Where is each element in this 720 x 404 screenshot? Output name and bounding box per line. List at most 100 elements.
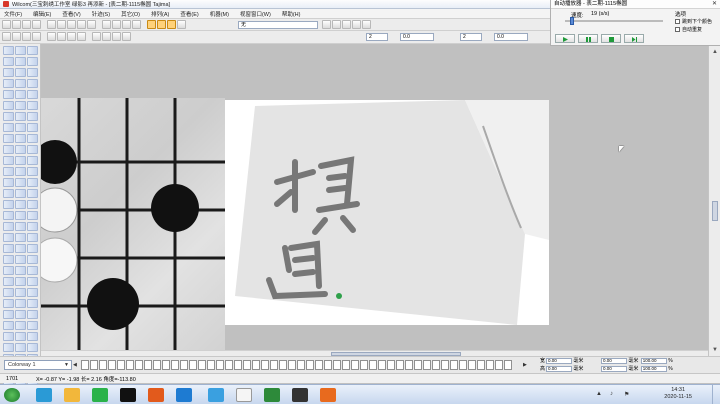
ie-browser-icon[interactable] <box>36 388 52 402</box>
thread-swatch[interactable] <box>279 360 287 370</box>
digitize-split-icon[interactable] <box>15 277 26 286</box>
thread-swatch[interactable] <box>495 360 503 370</box>
ellipse-icon[interactable] <box>3 167 14 176</box>
contour-icon[interactable] <box>3 299 14 308</box>
digitize-jump-icon[interactable] <box>15 200 26 209</box>
unlock-icon[interactable] <box>102 32 111 41</box>
cut-icon[interactable] <box>47 20 56 29</box>
app-icon-cyan[interactable] <box>208 388 224 402</box>
thread-swatch[interactable] <box>234 360 242 370</box>
opt-repeat[interactable]: 跳到下个颜色 <box>675 18 712 25</box>
screen-recorder-icon[interactable] <box>292 388 308 402</box>
thread-swatch[interactable] <box>459 360 467 370</box>
close-icon[interactable]: ✕ <box>712 1 718 7</box>
reshape-icon[interactable] <box>12 32 21 41</box>
hide-icon[interactable] <box>112 32 121 41</box>
effect-contour-icon[interactable] <box>27 189 38 198</box>
thread-swatch[interactable] <box>207 360 215 370</box>
thread-swatch[interactable] <box>333 360 341 370</box>
cutwork-icon[interactable] <box>3 255 14 264</box>
thread-swatch[interactable] <box>297 360 305 370</box>
thread-swatch[interactable] <box>90 360 98 370</box>
measure-icon[interactable] <box>32 32 41 41</box>
rotate-icon[interactable] <box>47 32 56 41</box>
thread-swatch[interactable] <box>216 360 224 370</box>
effect-curved-icon[interactable] <box>27 167 38 176</box>
app-icon-blue[interactable] <box>176 388 192 402</box>
thread-swatch[interactable] <box>117 360 125 370</box>
grid-icon[interactable] <box>132 20 141 29</box>
thread-swatch[interactable] <box>99 360 107 370</box>
field-d[interactable]: 0.0 <box>494 33 528 41</box>
team-names-icon[interactable] <box>3 233 14 242</box>
opt-auto-repeat[interactable]: 自动重复 <box>675 26 702 33</box>
skip-button[interactable] <box>624 34 644 43</box>
thread-swatch[interactable] <box>162 360 170 370</box>
digitize-outline-icon[interactable] <box>15 79 26 88</box>
digitize-order-icon[interactable] <box>15 266 26 275</box>
design-canvas[interactable] <box>41 46 708 350</box>
effect-patch-icon[interactable] <box>27 321 38 330</box>
rectangle-icon[interactable] <box>3 156 14 165</box>
trace-icon[interactable] <box>3 266 14 275</box>
effect-stagger-icon[interactable] <box>27 112 38 121</box>
satin-icon[interactable] <box>3 112 14 121</box>
checkbox-icon[interactable] <box>675 19 680 24</box>
effect-sticker-icon[interactable] <box>27 332 38 341</box>
digitize-color-icon[interactable] <box>15 178 26 187</box>
thread-swatch[interactable] <box>225 360 233 370</box>
effect-gradient-icon[interactable] <box>27 156 38 165</box>
height-field[interactable]: 0.00 <box>546 365 573 372</box>
thread-swatch[interactable] <box>360 360 368 370</box>
effect-carve-icon[interactable] <box>27 244 38 253</box>
italic-icon[interactable] <box>362 20 371 29</box>
thread-swatch[interactable] <box>108 360 116 370</box>
effect-pull-icon[interactable] <box>27 46 38 55</box>
star-icon[interactable] <box>3 178 14 187</box>
effect-wave-icon[interactable] <box>27 178 38 187</box>
bold-icon[interactable] <box>352 20 361 29</box>
thread-swatch[interactable] <box>396 360 404 370</box>
thread-swatch[interactable] <box>171 360 179 370</box>
digitize-manual-icon[interactable] <box>15 123 26 132</box>
text-icon[interactable] <box>3 211 14 220</box>
show-desktop-button[interactable] <box>712 385 720 404</box>
zoom-in-icon[interactable] <box>102 20 111 29</box>
menu-machine[interactable]: 机器(M) <box>210 10 229 18</box>
effect-spacing-icon[interactable] <box>27 90 38 99</box>
menu-stitch[interactable]: 针迹(S) <box>92 10 110 18</box>
digitize-fill-icon[interactable] <box>15 90 26 99</box>
save-icon[interactable] <box>22 20 31 29</box>
thread-swatch[interactable] <box>180 360 188 370</box>
digitize-skew-icon[interactable] <box>15 332 26 341</box>
thread-swatch[interactable] <box>342 360 350 370</box>
speed-slider[interactable] <box>565 17 663 25</box>
vertical-scrollbar[interactable]: ▲ ▼ <box>708 46 720 356</box>
lasso-icon[interactable] <box>22 32 31 41</box>
thread-swatch[interactable] <box>270 360 278 370</box>
effect-raised-icon[interactable] <box>27 222 38 231</box>
thread-swatch[interactable] <box>423 360 431 370</box>
thread-swatch[interactable] <box>441 360 449 370</box>
effect-frame-icon[interactable] <box>27 299 38 308</box>
stemstitch-icon[interactable] <box>3 101 14 110</box>
scroll-up-icon[interactable]: ▲ <box>711 48 719 56</box>
digitize-sequence-icon[interactable] <box>15 167 26 176</box>
height-percent-field[interactable]: 100.00 <box>640 365 667 372</box>
field-b[interactable]: 0.0 <box>400 33 434 41</box>
zoom-out-icon[interactable] <box>112 20 121 29</box>
pause-button[interactable] <box>578 34 598 43</box>
pointer-icon[interactable] <box>3 46 14 55</box>
thread-swatch[interactable] <box>324 360 332 370</box>
lock-icon[interactable] <box>92 32 101 41</box>
arrow-icon[interactable] <box>3 200 14 209</box>
digitize-border-icon[interactable] <box>15 101 26 110</box>
undo-icon[interactable] <box>77 20 86 29</box>
group-icon[interactable] <box>67 32 76 41</box>
effect-shadow-icon[interactable] <box>27 266 38 275</box>
effect-stamp-icon[interactable] <box>27 255 38 264</box>
menu-view2[interactable]: 查看(E) <box>180 10 198 18</box>
wilcom-icon[interactable] <box>320 388 336 402</box>
sequin-icon[interactable] <box>3 332 14 341</box>
thread-swatch[interactable] <box>378 360 386 370</box>
